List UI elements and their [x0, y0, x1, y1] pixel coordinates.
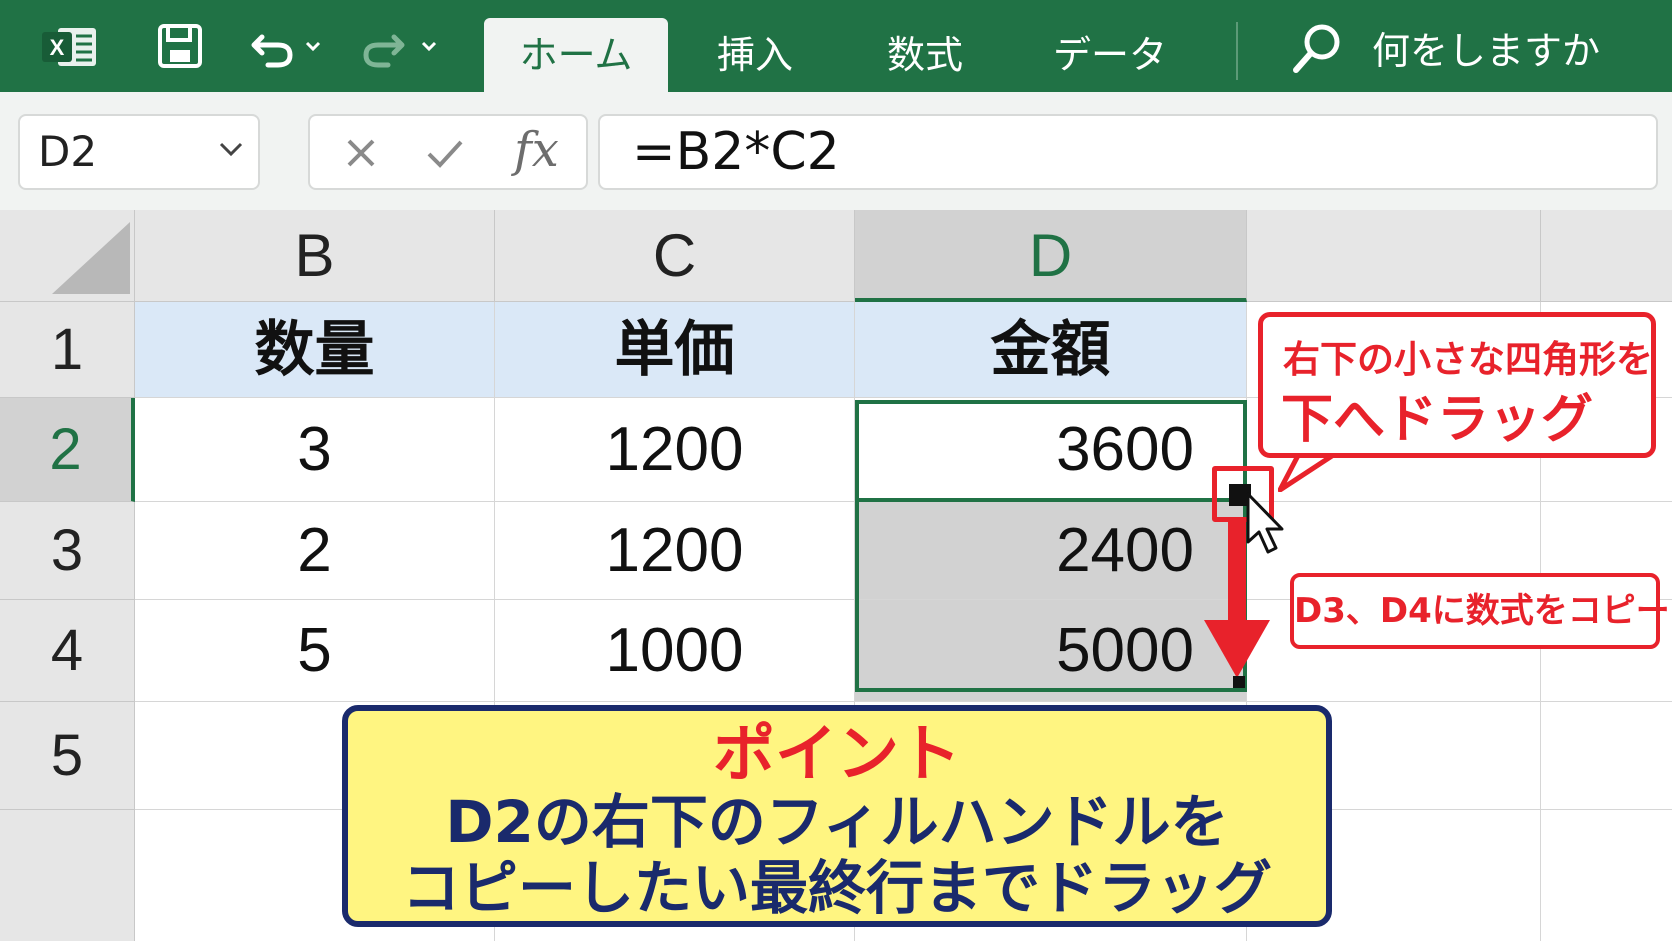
callout-line-2: 下へドラッグ	[1281, 390, 1594, 450]
redo-icon[interactable]	[356, 18, 410, 74]
cell-c1[interactable]: 単価	[495, 302, 855, 398]
cell-c2[interactable]: 1200	[495, 398, 855, 502]
mouse-pointer-icon	[1246, 492, 1284, 554]
row-header-2[interactable]: 2	[0, 398, 135, 502]
cell-b4[interactable]: 5	[135, 600, 495, 702]
point-line-1: D2の右下のフィルハンドルを	[445, 788, 1229, 856]
select-all-button[interactable]	[0, 210, 135, 302]
redo-dropdown-caret-icon[interactable]	[418, 18, 440, 74]
formula-buttons: fx	[308, 114, 588, 190]
check-icon[interactable]	[422, 130, 468, 176]
column-header-c[interactable]: C	[495, 210, 855, 302]
tab-home[interactable]: ホーム	[484, 18, 668, 92]
ribbon-divider	[1236, 22, 1238, 80]
column-header-f[interactable]	[1541, 210, 1672, 302]
svg-text:X: X	[50, 35, 65, 60]
cell-b3[interactable]: 2	[135, 502, 495, 600]
row-header-1[interactable]: 1	[0, 302, 135, 398]
cell-d2[interactable]: 3600	[855, 398, 1247, 502]
formula-bar: D2 fx =B2*C2	[0, 92, 1672, 210]
cell-d4[interactable]: 5000	[855, 600, 1247, 702]
cell-c3[interactable]: 1200	[495, 502, 855, 600]
point-title: ポイント	[712, 717, 961, 790]
close-icon[interactable]	[338, 130, 384, 176]
callout-line-1: 右下の小さな四角形を	[1283, 338, 1653, 381]
excel-logo-icon: X	[42, 28, 96, 66]
tab-formulas[interactable]: 数式	[860, 18, 990, 92]
tab-insert[interactable]: 挿入	[690, 18, 820, 92]
point-box: ポイント D2の右下のフィルハンドルを コピーしたい最終行までドラッグ	[342, 705, 1332, 927]
row-header-3[interactable]: 3	[0, 502, 135, 600]
ribbon-bar: X ホーム 挿入 数式 データ 何をしますか	[0, 0, 1672, 92]
insert-function-button[interactable]: fx	[514, 122, 559, 178]
tell-me-input[interactable]: 何をしますか	[1372, 18, 1600, 84]
point-line-2: コピーしたい最終行までドラッグ	[401, 854, 1272, 922]
column-header-d[interactable]: D	[855, 210, 1247, 302]
formula-value: =B2*C2	[632, 122, 840, 182]
cell-c4[interactable]: 1000	[495, 600, 855, 702]
name-box-value: D2	[38, 127, 98, 176]
row-header-5[interactable]: 5	[0, 702, 135, 810]
cell-f6[interactable]	[1541, 810, 1672, 941]
active-cell-border	[855, 498, 1247, 502]
chevron-down-icon[interactable]	[218, 140, 244, 158]
undo-dropdown-caret-icon[interactable]	[302, 18, 324, 74]
column-header-e[interactable]	[1247, 210, 1541, 302]
tab-data[interactable]: データ	[1030, 18, 1190, 92]
callout-copy-result: D3、D4に数式をコピー	[1290, 573, 1670, 649]
row-header-6[interactable]	[0, 810, 135, 941]
cell-b2[interactable]: 3	[135, 398, 495, 502]
undo-icon[interactable]	[246, 18, 300, 74]
fill-handle-end[interactable]	[1233, 676, 1245, 688]
search-icon[interactable]	[1290, 18, 1346, 78]
cell-d3[interactable]: 2400	[855, 502, 1247, 600]
formula-input[interactable]: =B2*C2	[598, 114, 1658, 190]
save-icon[interactable]	[150, 18, 210, 74]
arrow-down-icon	[1204, 620, 1270, 678]
name-box[interactable]: D2	[18, 114, 260, 190]
cell-f5[interactable]	[1541, 702, 1672, 810]
cell-d1[interactable]: 金額	[855, 302, 1247, 398]
cell-b1[interactable]: 数量	[135, 302, 495, 398]
column-header-b[interactable]: B	[135, 210, 495, 302]
callout-drag-instruction: 右下の小さな四角形を 下へドラッグ	[1258, 312, 1656, 458]
row-header-4[interactable]: 4	[0, 600, 135, 702]
